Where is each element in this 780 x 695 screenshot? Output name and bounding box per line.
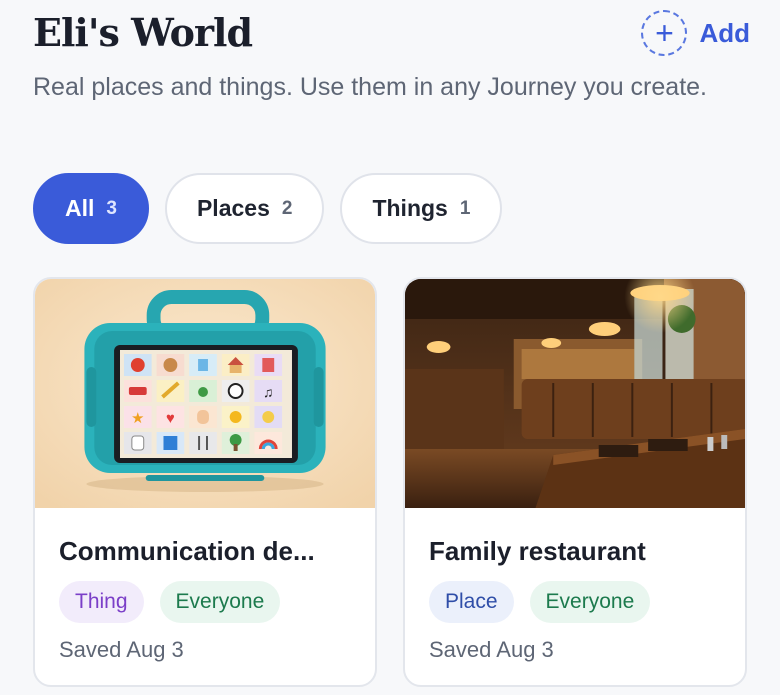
audience-badge: Everyone	[159, 581, 281, 623]
type-badge: Place	[429, 581, 514, 623]
filter-things-label: Things	[372, 195, 448, 221]
restaurant-image	[405, 279, 745, 508]
filter-things[interactable]: Things 1	[340, 173, 503, 244]
card-tags: Thing Everyone	[59, 581, 351, 623]
page-header: Eli's World + Add	[33, 10, 750, 60]
page-subtitle: Real places and things. Use them in any …	[33, 73, 707, 101]
svg-text:★: ★	[131, 411, 144, 427]
card-family-restaurant[interactable]: Family restaurant Place Everyone Saved A…	[403, 277, 747, 687]
saved-date: Saved Aug 3	[429, 637, 554, 662]
card-communication-device[interactable]: ♫ ★ ♥ Communication de... Thing Everyone…	[33, 277, 377, 687]
filter-things-count: 1	[459, 197, 471, 219]
audience-badge: Everyone	[529, 581, 651, 623]
page-title: Eli's World	[33, 10, 253, 55]
card-tags: Place Everyone	[429, 581, 721, 623]
add-button-label: Add	[699, 17, 750, 48]
filter-all-count: 3	[106, 197, 117, 219]
filter-bar: All 3 Places 2 Things 1	[33, 173, 503, 244]
plus-icon: +	[641, 10, 688, 56]
filter-places-label: Places	[196, 195, 270, 221]
card-title: Communication de...	[59, 536, 315, 566]
communication-tablet-image: ♫ ★ ♥	[35, 279, 375, 508]
add-button[interactable]: + Add	[641, 10, 750, 56]
svg-text:♫: ♫	[263, 384, 273, 400]
filter-all-label: All	[65, 195, 95, 221]
card-title: Family restaurant	[429, 536, 646, 566]
card-grid: ♫ ★ ♥ Communication de... Thing Everyone…	[33, 277, 747, 687]
filter-all[interactable]: All 3	[33, 173, 149, 244]
saved-date: Saved Aug 3	[59, 637, 184, 662]
type-badge: Thing	[59, 581, 144, 623]
svg-text:♥: ♥	[166, 411, 175, 427]
filter-places-count: 2	[281, 197, 293, 219]
filter-places[interactable]: Places 2	[164, 173, 325, 244]
